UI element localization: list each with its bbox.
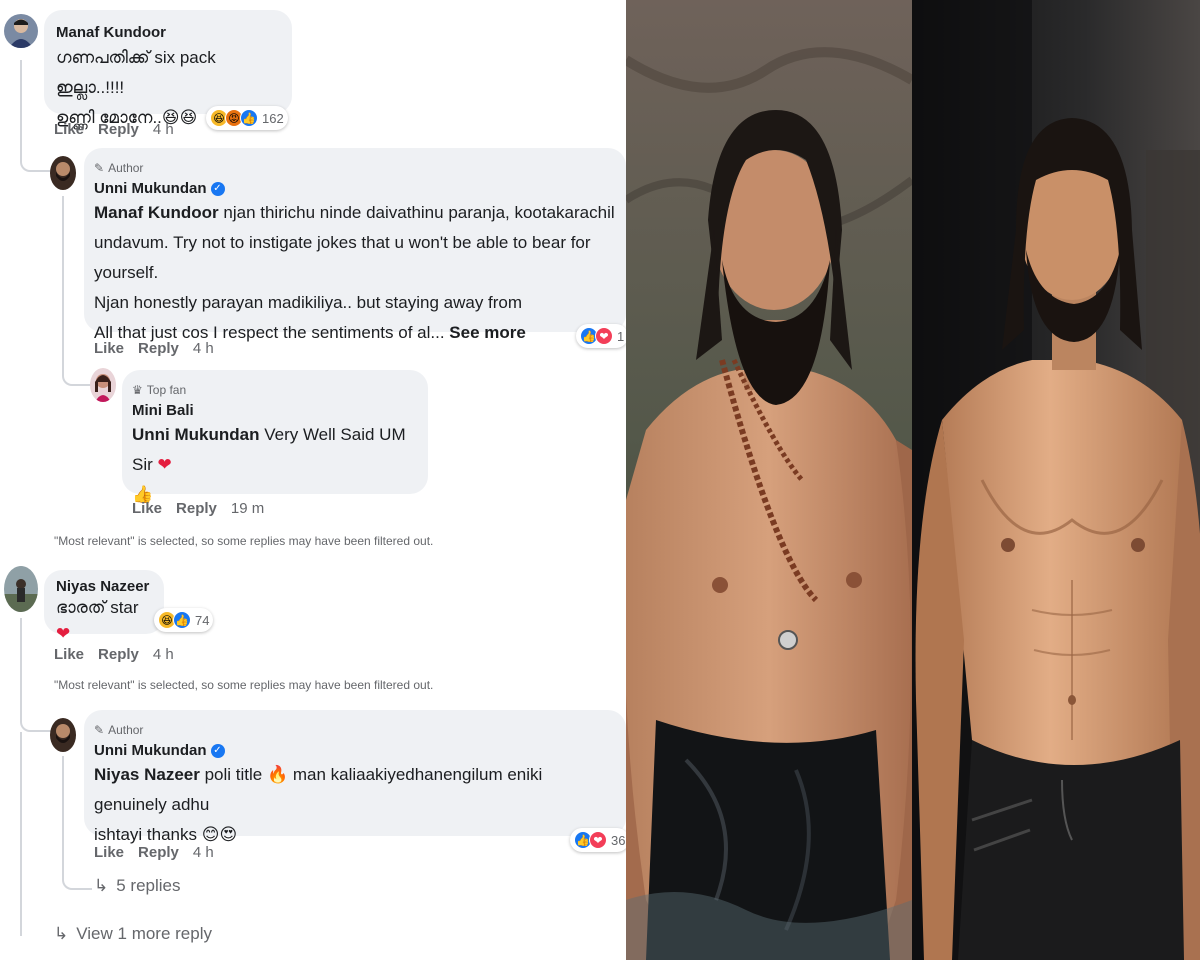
badge-label: Top fan <box>146 383 187 397</box>
comment-text-part: njan thirichu ninde daivathinu paranja, … <box>218 203 615 222</box>
reaction-summary[interactable]: 👍 ❤ 1 <box>576 324 626 348</box>
verified-icon: ✓ <box>210 744 225 759</box>
comment-bubble: Niyas Nazeer ഭാരത് star ❤ <box>44 570 164 643</box>
view-more-replies-link[interactable]: ↳ View 1 more reply <box>54 924 212 944</box>
mention-link[interactable]: Manaf Kundoor <box>94 203 219 222</box>
reply-arrow-icon: ↳ <box>94 876 109 895</box>
emoji: 😊😍 <box>201 825 238 844</box>
like-button[interactable]: Like <box>132 500 162 517</box>
comment-text: ഭാരത് star ❤ <box>56 595 152 647</box>
photo-right <box>912 0 1200 960</box>
reply-button[interactable]: Reply <box>138 340 179 357</box>
reaction-count: 36 <box>611 832 626 848</box>
thread-line <box>20 732 56 936</box>
like-button[interactable]: Like <box>54 646 84 663</box>
mention-link[interactable]: Unni Mukundan <box>132 425 259 444</box>
heart-emoji: ❤ <box>56 624 71 643</box>
reaction-summary[interactable]: 👍 ❤ 36 <box>570 828 626 852</box>
top-fan-icon: ♛ <box>132 383 143 397</box>
avatar[interactable] <box>4 566 38 612</box>
comment-author[interactable]: Mini Bali <box>132 402 418 419</box>
comment-author[interactable]: Unni Mukundan ✓ <box>94 180 616 197</box>
comment-author[interactable]: Unni Mukundan ✓ <box>94 742 616 759</box>
reply-button[interactable]: Reply <box>98 646 139 663</box>
pencil-icon: ✎ <box>94 161 105 175</box>
comment-text-line: ഗണപതിക്ക് six pack ഇല്ലാ..!!!! <box>56 48 216 97</box>
timestamp[interactable]: 4 h <box>193 844 214 861</box>
avatar[interactable] <box>90 368 116 402</box>
view-replies-link[interactable]: ↳ 5 replies <box>94 876 181 896</box>
comment-text-line: Unni Mukundan Very Well Said UM Sir ❤ <box>132 420 418 480</box>
reaction-count: 162 <box>262 110 284 126</box>
reply-arrow-icon: ↳ <box>54 924 69 943</box>
like-reaction-icon: 👍 <box>240 109 258 127</box>
comment-text-line: Manaf Kundoor njan thirichu ninde daivat… <box>94 198 616 228</box>
reply-button[interactable]: Reply <box>138 844 179 861</box>
badge-label: Author <box>108 723 144 737</box>
reply-button[interactable]: Reply <box>98 121 139 138</box>
love-reaction-icon: ❤ <box>589 831 607 849</box>
like-button[interactable]: Like <box>94 844 124 861</box>
comment-text-part: poli title <box>199 765 267 784</box>
like-reaction-icon: 👍 <box>173 611 191 629</box>
timestamp[interactable]: 4 h <box>153 646 174 663</box>
heart-emoji: ❤ <box>157 455 172 474</box>
badge-label: Author <box>108 161 144 175</box>
comment-actions: Like Reply 4 h <box>94 844 214 861</box>
author-name[interactable]: Unni Mukundan <box>94 180 207 197</box>
comment-text-part: ഭാരത് star <box>56 598 139 617</box>
fire-emoji: 🔥 <box>266 765 289 784</box>
timestamp[interactable]: 4 h <box>193 340 214 357</box>
author-badge: ✎ Author <box>94 158 616 178</box>
comment-actions: Like Reply 4 h <box>54 646 174 663</box>
reaction-summary[interactable]: 😆 👍 74 <box>154 608 214 632</box>
comment-bubble: ✎ Author Unni Mukundan ✓ Niyas Nazeer pol… <box>84 710 626 844</box>
reaction-summary[interactable]: 😆 😡 👍 162 <box>206 106 288 130</box>
reaction-count: 74 <box>195 612 210 628</box>
reaction-count: 1 <box>617 328 625 344</box>
author-name[interactable]: Unni Mukundan <box>94 742 207 759</box>
mention-link[interactable]: Niyas Nazeer <box>94 765 200 784</box>
comment-author[interactable]: Niyas Nazeer <box>56 578 152 595</box>
avatar[interactable] <box>4 14 38 48</box>
comment-bubble: ♛ Top fan Mini Bali Unni Mukundan Very W… <box>122 370 428 504</box>
comment-bubble: ✎ Author Unni Mukundan ✓ Manaf Kundoor nj… <box>84 148 626 342</box>
comment-author[interactable]: Manaf Kundoor <box>56 24 280 41</box>
reply-button[interactable]: Reply <box>176 500 217 517</box>
love-reaction-icon: ❤ <box>595 327 613 345</box>
like-button[interactable]: Like <box>54 121 84 138</box>
verified-icon: ✓ <box>210 182 225 197</box>
comment-text: Unni Mukundan Very Well Said UM Sir ❤ 👍 <box>132 420 418 510</box>
timestamp[interactable]: 4 h <box>153 121 174 138</box>
filtered-notice: "Most relevant" is selected, so some rep… <box>54 534 434 548</box>
comment-actions: Like Reply 19 m <box>132 500 264 517</box>
comment-actions: Like Reply 4 h <box>94 340 214 357</box>
avatar[interactable] <box>50 156 76 190</box>
like-button[interactable]: Like <box>94 340 124 357</box>
timestamp[interactable]: 19 m <box>231 500 264 517</box>
comment-text-line: Njan honestly parayan madikiliya.. but s… <box>94 293 523 312</box>
photo-left <box>626 0 912 960</box>
thread-line <box>20 618 56 732</box>
comment-text-part: ishtayi thanks <box>94 825 202 844</box>
comment-text-line: Niyas Nazeer poli title 🔥 man kaliaakiye… <box>94 760 616 820</box>
replies-count[interactable]: 5 replies <box>116 876 180 896</box>
filtered-notice: "Most relevant" is selected, so some rep… <box>54 678 434 692</box>
pencil-icon: ✎ <box>94 723 105 737</box>
comment-text: Niyas Nazeer poli title 🔥 man kaliaakiye… <box>94 760 616 850</box>
comment-text: Manaf Kundoor njan thirichu ninde daivat… <box>94 198 616 348</box>
comment-actions: Like Reply 4 h <box>54 121 174 138</box>
view-more-label[interactable]: View 1 more reply <box>76 924 212 944</box>
author-badge: ✎ Author <box>94 720 616 740</box>
comment-text-line: undavum. Try not to instigate jokes that… <box>94 233 591 282</box>
comments-panel: Manaf Kundoor ഗണപതിക്ക് six pack ഇല്ലാ..… <box>0 0 626 960</box>
avatar[interactable] <box>50 718 76 752</box>
top-fan-badge: ♛ Top fan <box>132 380 418 400</box>
see-more-link[interactable]: See more <box>449 323 526 342</box>
comment-bubble: Manaf Kundoor ഗണപതിക്ക് six pack ഇല്ലാ..… <box>44 10 292 127</box>
